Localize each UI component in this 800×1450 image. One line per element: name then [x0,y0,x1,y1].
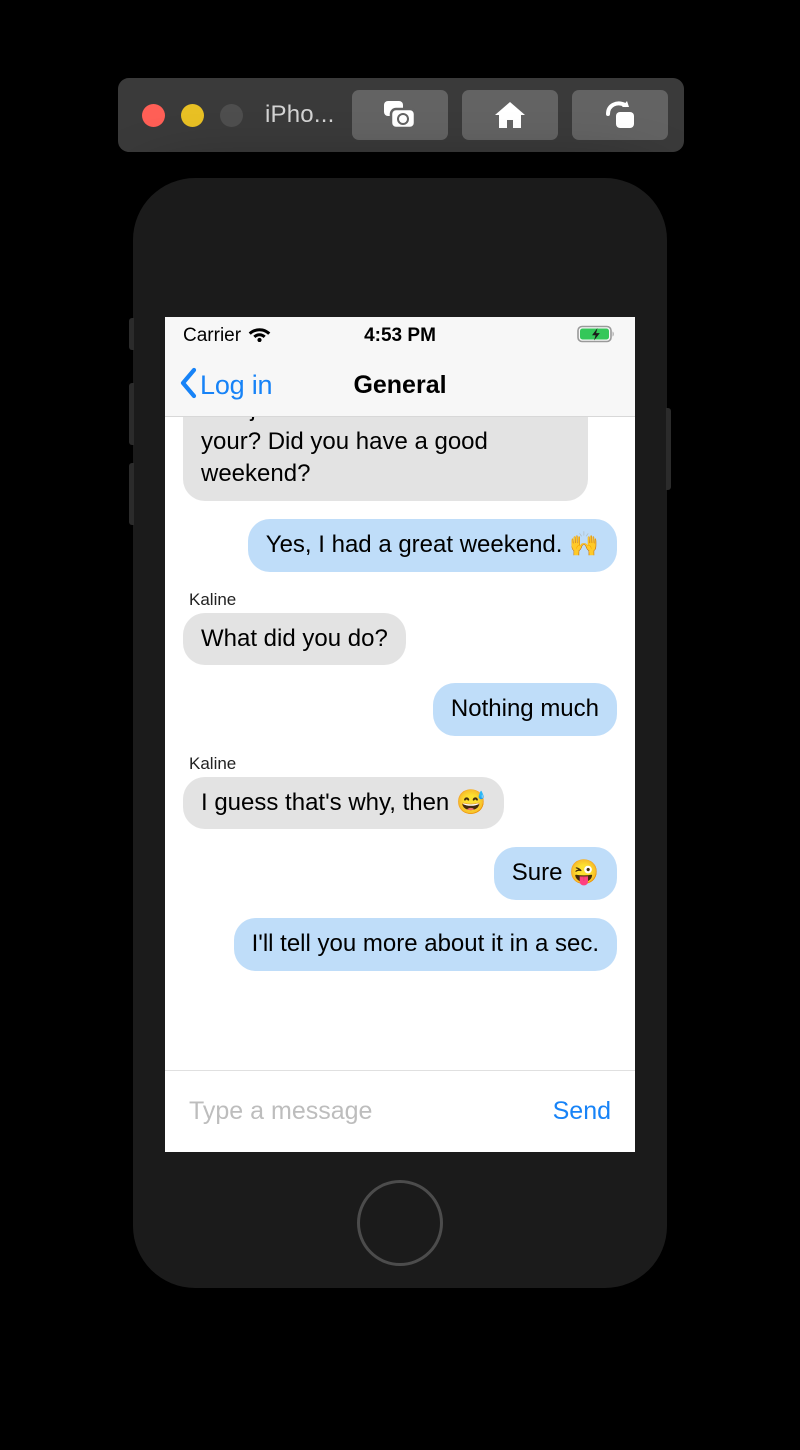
message-row: was just for them. How about your? Did y… [183,417,617,501]
ios-status-bar: Carrier 4:53 PM [165,317,635,355]
zoom-button[interactable] [220,103,243,127]
back-button-label: Log in [200,370,273,400]
screenshot-button[interactable] [352,90,449,140]
home-icon [493,100,527,130]
message-sender-label: Kaline [189,753,237,773]
home-button[interactable] [462,90,559,140]
message-input[interactable] [187,1096,551,1127]
back-button[interactable]: Log in [179,367,273,404]
simulator-toolbar [352,90,669,140]
status-bar-right [577,324,617,349]
battery-charging-icon [577,324,617,349]
message-bubble[interactable]: What did you do? [183,612,406,666]
message-bubble[interactable]: I'll tell you more about it in a sec. [233,918,617,971]
message-row: Nothing much [183,683,617,736]
simulator-root: iPho... Carrier 4:53 PM Log in General y… [0,0,800,1450]
home-hardware-button[interactable] [357,1180,443,1266]
rotate-button[interactable] [572,90,669,140]
close-button[interactable] [142,103,165,127]
volume-down-button[interactable] [129,463,134,525]
message-row: Sure 😜 [183,847,617,900]
message-list[interactable]: was just for them. How about your? Did y… [165,417,635,1070]
power-button[interactable] [666,408,671,490]
rotate-icon [603,100,637,130]
message-sender-label: Kaline [189,589,237,609]
message-composer: Send [165,1070,635,1152]
send-button[interactable]: Send [551,1097,613,1126]
message-bubble[interactable]: Sure 😜 [493,847,617,900]
message-bubble[interactable]: Nothing much [432,683,617,736]
message-bubble[interactable]: I guess that's why, then 😅 [183,776,504,830]
status-bar-left: Carrier [183,325,271,347]
message-row: Yes, I had a great weekend. 🙌 [183,518,617,572]
iphone-device-frame: Carrier 4:53 PM Log in General your? Did… [129,178,671,1288]
camera-icon [383,100,417,130]
window-title: iPho... [265,101,335,128]
message-row: I'll tell you more about it in a sec. [183,918,617,971]
wifi-icon [248,325,271,347]
silent-switch[interactable] [129,318,134,350]
message-row: Kaline What did you do? [183,590,617,666]
volume-up-button[interactable] [129,383,134,445]
simulator-titlebar: iPho... [118,78,684,152]
message-bubble[interactable]: was just for them. How about your? Did y… [183,417,588,501]
navigation-bar: Log in General [165,355,635,417]
window-controls [142,103,243,127]
message-bubble[interactable]: Yes, I had a great weekend. 🙌 [247,518,617,572]
minimize-button[interactable] [181,103,204,127]
device-screen: Carrier 4:53 PM Log in General your? Did… [165,317,635,1152]
chevron-left-icon [179,367,197,404]
carrier-label: Carrier [183,325,242,346]
message-row: Kaline I guess that's why, then 😅 [183,754,617,830]
